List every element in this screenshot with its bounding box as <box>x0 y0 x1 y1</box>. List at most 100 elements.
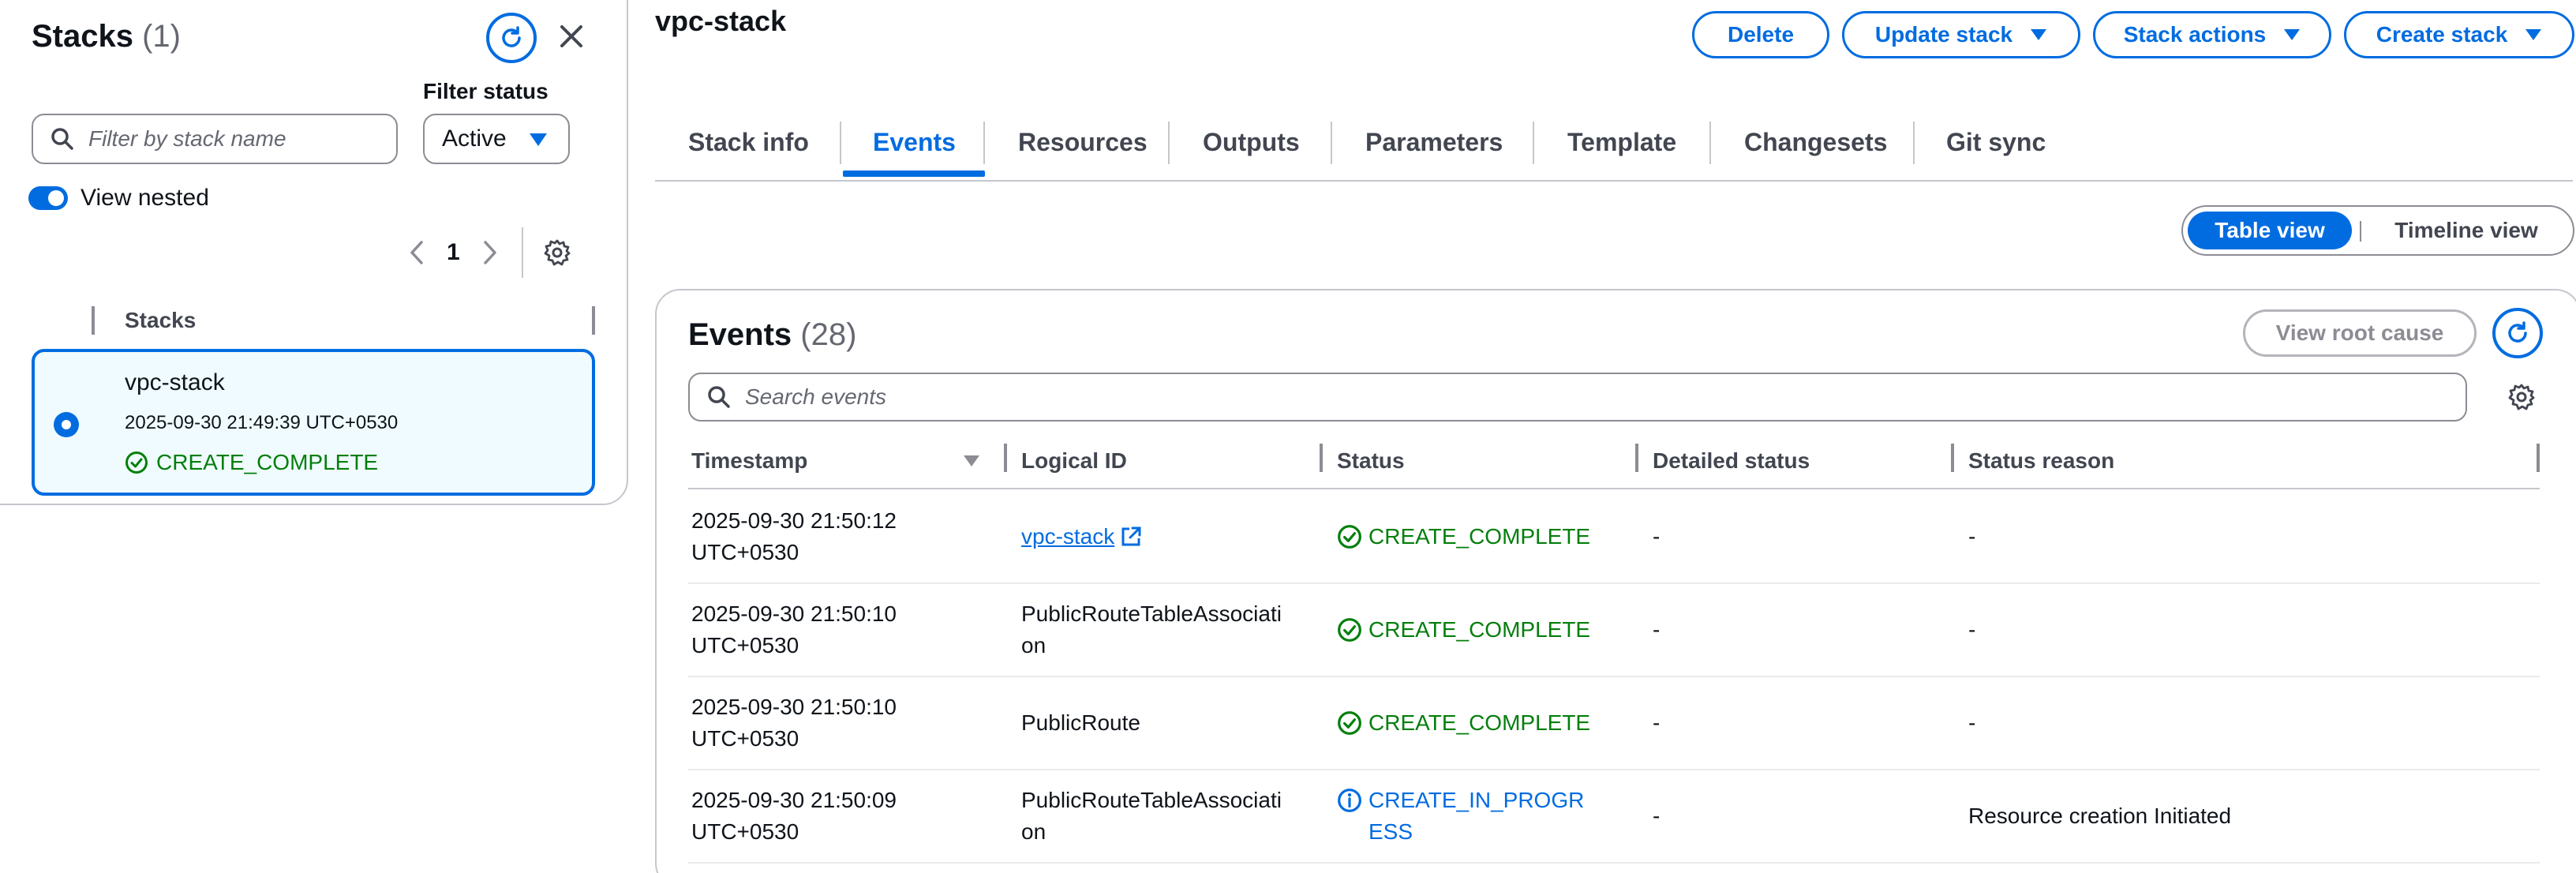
caret-down-icon <box>530 133 547 146</box>
stack-list-item[interactable]: vpc-stack 2025-09-30 21:49:39 UTC+0530 C… <box>32 349 595 496</box>
column-divider <box>592 306 595 335</box>
tab-divider <box>1709 122 1711 164</box>
stack-tabs: Stack info Events Resources Outputs Para… <box>655 118 2573 182</box>
event-timezone: UTC+0530 <box>691 540 799 564</box>
event-timestamp: 2025-09-30 21:50:09 UTC+0530 <box>691 785 944 848</box>
tab-divider <box>983 122 985 164</box>
table-row: 2025-09-30 21:50:09 UTC+0530 PublicRoute… <box>688 770 2540 864</box>
tab-stack-info[interactable]: Stack info <box>688 128 809 157</box>
column-divider[interactable] <box>1320 444 1323 472</box>
success-icon <box>125 451 148 474</box>
gear-icon[interactable] <box>544 239 571 266</box>
event-timezone: UTC+0530 <box>691 726 799 751</box>
table-row: 2025-09-30 21:50:10 UTC+0530 PublicRoute… <box>688 677 2540 770</box>
column-header-status[interactable]: Status <box>1337 448 1405 474</box>
column-header-detailed-status[interactable]: Detailed status <box>1653 448 1810 474</box>
events-container: Events (28) View root cause Search event… <box>655 289 2576 873</box>
column-divider[interactable] <box>2537 444 2540 472</box>
tab-divider <box>1533 122 1534 164</box>
stack-search-input[interactable]: Filter by stack name <box>32 114 398 164</box>
column-header-status-reason[interactable]: Status reason <box>1968 448 2114 474</box>
column-divider <box>92 306 95 335</box>
tab-template[interactable]: Template <box>1567 128 1676 157</box>
event-logical-id: PublicRouteTableAssociation <box>1021 788 1282 844</box>
active-tab-indicator <box>843 170 985 177</box>
delete-button-label: Delete <box>1727 22 1795 47</box>
event-status: CREATE_COMPLETE <box>1337 614 1597 646</box>
table-row: 2025-09-30 21:50:12 UTC+0530 vpc-stack C… <box>688 491 2540 584</box>
tab-parameters[interactable]: Parameters <box>1365 128 1503 157</box>
caret-down-icon <box>2284 29 2301 40</box>
stack-name: vpc-stack <box>125 369 225 395</box>
column-divider[interactable] <box>1004 444 1007 472</box>
chevron-right-icon[interactable] <box>482 240 498 265</box>
delete-button[interactable]: Delete <box>1692 11 1829 58</box>
stack-status: CREATE_COMPLETE <box>125 450 378 475</box>
search-icon <box>51 128 73 150</box>
event-detailed-status: - <box>1653 524 1661 549</box>
event-date: 2025-09-30 21:50:09 <box>691 788 897 812</box>
success-icon <box>1338 711 1361 735</box>
update-stack-label: Update stack <box>1874 22 2013 47</box>
stacks-count: (1) <box>142 19 181 54</box>
page-number[interactable]: 1 <box>447 239 460 266</box>
event-status-reason: - <box>1968 617 1976 642</box>
events-search-placeholder: Search events <box>745 384 886 409</box>
logical-id-link[interactable]: vpc-stack <box>1021 521 1143 553</box>
events-search-input[interactable]: Search events <box>688 373 2467 422</box>
stack-search-placeholder: Filter by stack name <box>88 126 286 151</box>
event-status-reason: Resource creation Initiated <box>1968 804 2232 828</box>
tab-divider <box>840 122 841 164</box>
event-logical-id: PublicRoute <box>1021 710 1140 735</box>
table-view-button[interactable]: Table view <box>2188 212 2352 249</box>
gear-icon[interactable] <box>2508 384 2535 410</box>
column-header-logical-id[interactable]: Logical ID <box>1021 448 1127 474</box>
close-icon[interactable] <box>556 21 587 52</box>
view-nested-toggle[interactable] <box>28 186 68 210</box>
column-divider[interactable] <box>1635 444 1638 472</box>
stacks-column-header: Stacks <box>92 306 597 338</box>
caret-down-icon <box>2031 29 2047 40</box>
column-header-timestamp[interactable]: Timestamp <box>691 448 807 474</box>
create-stack-button[interactable]: Create stack <box>2344 11 2574 58</box>
events-title: Events (28) <box>688 317 856 353</box>
stack-radio[interactable] <box>54 412 79 437</box>
view-root-cause-button[interactable]: View root cause <box>2243 309 2477 357</box>
chevron-left-icon[interactable] <box>409 240 425 265</box>
timeline-view-button[interactable]: Timeline view <box>2361 212 2571 249</box>
stack-actions-label: Stack actions <box>2123 22 2267 47</box>
success-icon <box>1338 618 1361 642</box>
events-count: (28) <box>800 317 857 352</box>
event-timestamp: 2025-09-30 21:50:10 UTC+0530 <box>691 691 944 755</box>
stacks-column-label: Stacks <box>125 308 197 332</box>
update-stack-button[interactable]: Update stack <box>1842 11 2080 58</box>
event-status-text: CREATE_COMPLETE <box>1368 524 1591 549</box>
tab-events[interactable]: Events <box>873 128 956 157</box>
event-status[interactable]: CREATE_IN_PROGRESS <box>1337 785 1597 848</box>
sort-icon[interactable] <box>963 455 980 467</box>
info-icon <box>1338 789 1361 812</box>
event-status: CREATE_COMPLETE <box>1337 521 1597 553</box>
logical-id-link-text: vpc-stack <box>1021 524 1115 549</box>
stacks-refresh-button[interactable] <box>486 13 537 63</box>
event-logical-id: PublicRouteTableAssociation <box>1021 601 1282 658</box>
filter-status-value: Active <box>442 126 507 152</box>
tab-resources[interactable]: Resources <box>1018 128 1148 157</box>
stack-actions-button[interactable]: Stack actions <box>2093 11 2331 58</box>
tab-git-sync[interactable]: Git sync <box>1946 128 2046 157</box>
tab-changesets[interactable]: Changesets <box>1744 128 1887 157</box>
filter-status-label: Filter status <box>423 79 549 103</box>
events-refresh-button[interactable] <box>2492 308 2543 358</box>
events-title-text: Events <box>688 317 792 352</box>
column-divider[interactable] <box>1951 444 1954 472</box>
success-icon <box>1338 525 1361 549</box>
tab-divider <box>1168 122 1170 164</box>
tab-outputs[interactable]: Outputs <box>1203 128 1300 157</box>
filter-status-select[interactable]: Active <box>423 114 570 164</box>
event-status-reason: - <box>1968 710 1976 735</box>
event-status-reason: - <box>1968 524 1976 549</box>
pagination: 1 <box>409 227 571 278</box>
event-timestamp: 2025-09-30 21:50:10 UTC+0530 <box>691 598 944 661</box>
event-timezone: UTC+0530 <box>691 819 799 844</box>
tab-divider <box>1331 122 1332 164</box>
